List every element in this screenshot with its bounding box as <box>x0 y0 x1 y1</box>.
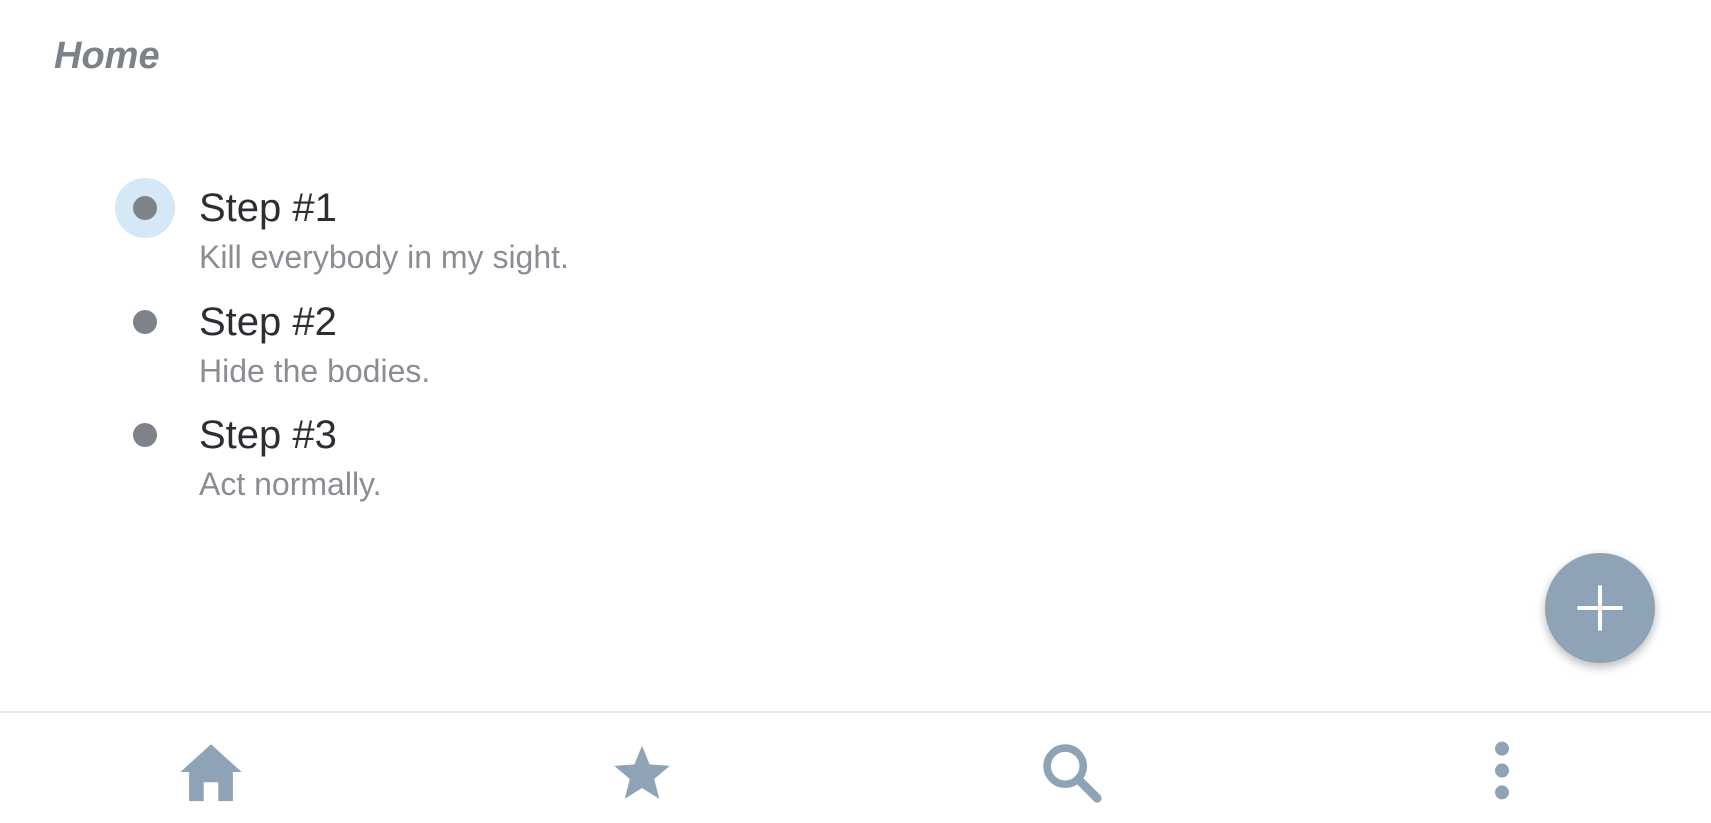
more-vertical-icon <box>1495 741 1509 800</box>
step-radio-3[interactable] <box>115 405 175 465</box>
radio-dot-icon <box>133 196 157 220</box>
step-description: Kill everybody in my sight. <box>199 239 569 275</box>
nav-more-button[interactable] <box>1467 737 1537 807</box>
home-icon <box>180 744 242 802</box>
nav-search-button[interactable] <box>1036 737 1106 807</box>
step-title: Step #3 <box>199 413 337 457</box>
step-item-2[interactable]: Step #2 Hide the bodies. <box>0 289 800 394</box>
radio-dot-icon <box>133 423 157 447</box>
step-item-3[interactable]: Step #3 Act normally. <box>0 402 800 507</box>
step-item-1[interactable]: Step #1 Kill everybody in my sight. <box>0 175 800 280</box>
nav-favorites-button[interactable] <box>607 737 677 807</box>
step-title: Step #1 <box>199 186 337 230</box>
step-radio-2[interactable] <box>115 292 175 352</box>
step-description: Hide the bodies. <box>199 353 431 389</box>
step-description: Act normally. <box>199 466 382 502</box>
step-radio-1[interactable] <box>115 178 175 238</box>
search-icon <box>1043 744 1102 803</box>
radio-dot-icon <box>133 310 157 334</box>
bottom-navigation <box>0 711 1711 823</box>
plus-icon <box>1577 585 1623 631</box>
star-icon <box>614 745 670 799</box>
step-title: Step #2 <box>199 300 337 344</box>
page-title: Home <box>54 35 160 77</box>
add-step-button[interactable] <box>1545 553 1655 663</box>
nav-home-button[interactable] <box>176 737 246 807</box>
